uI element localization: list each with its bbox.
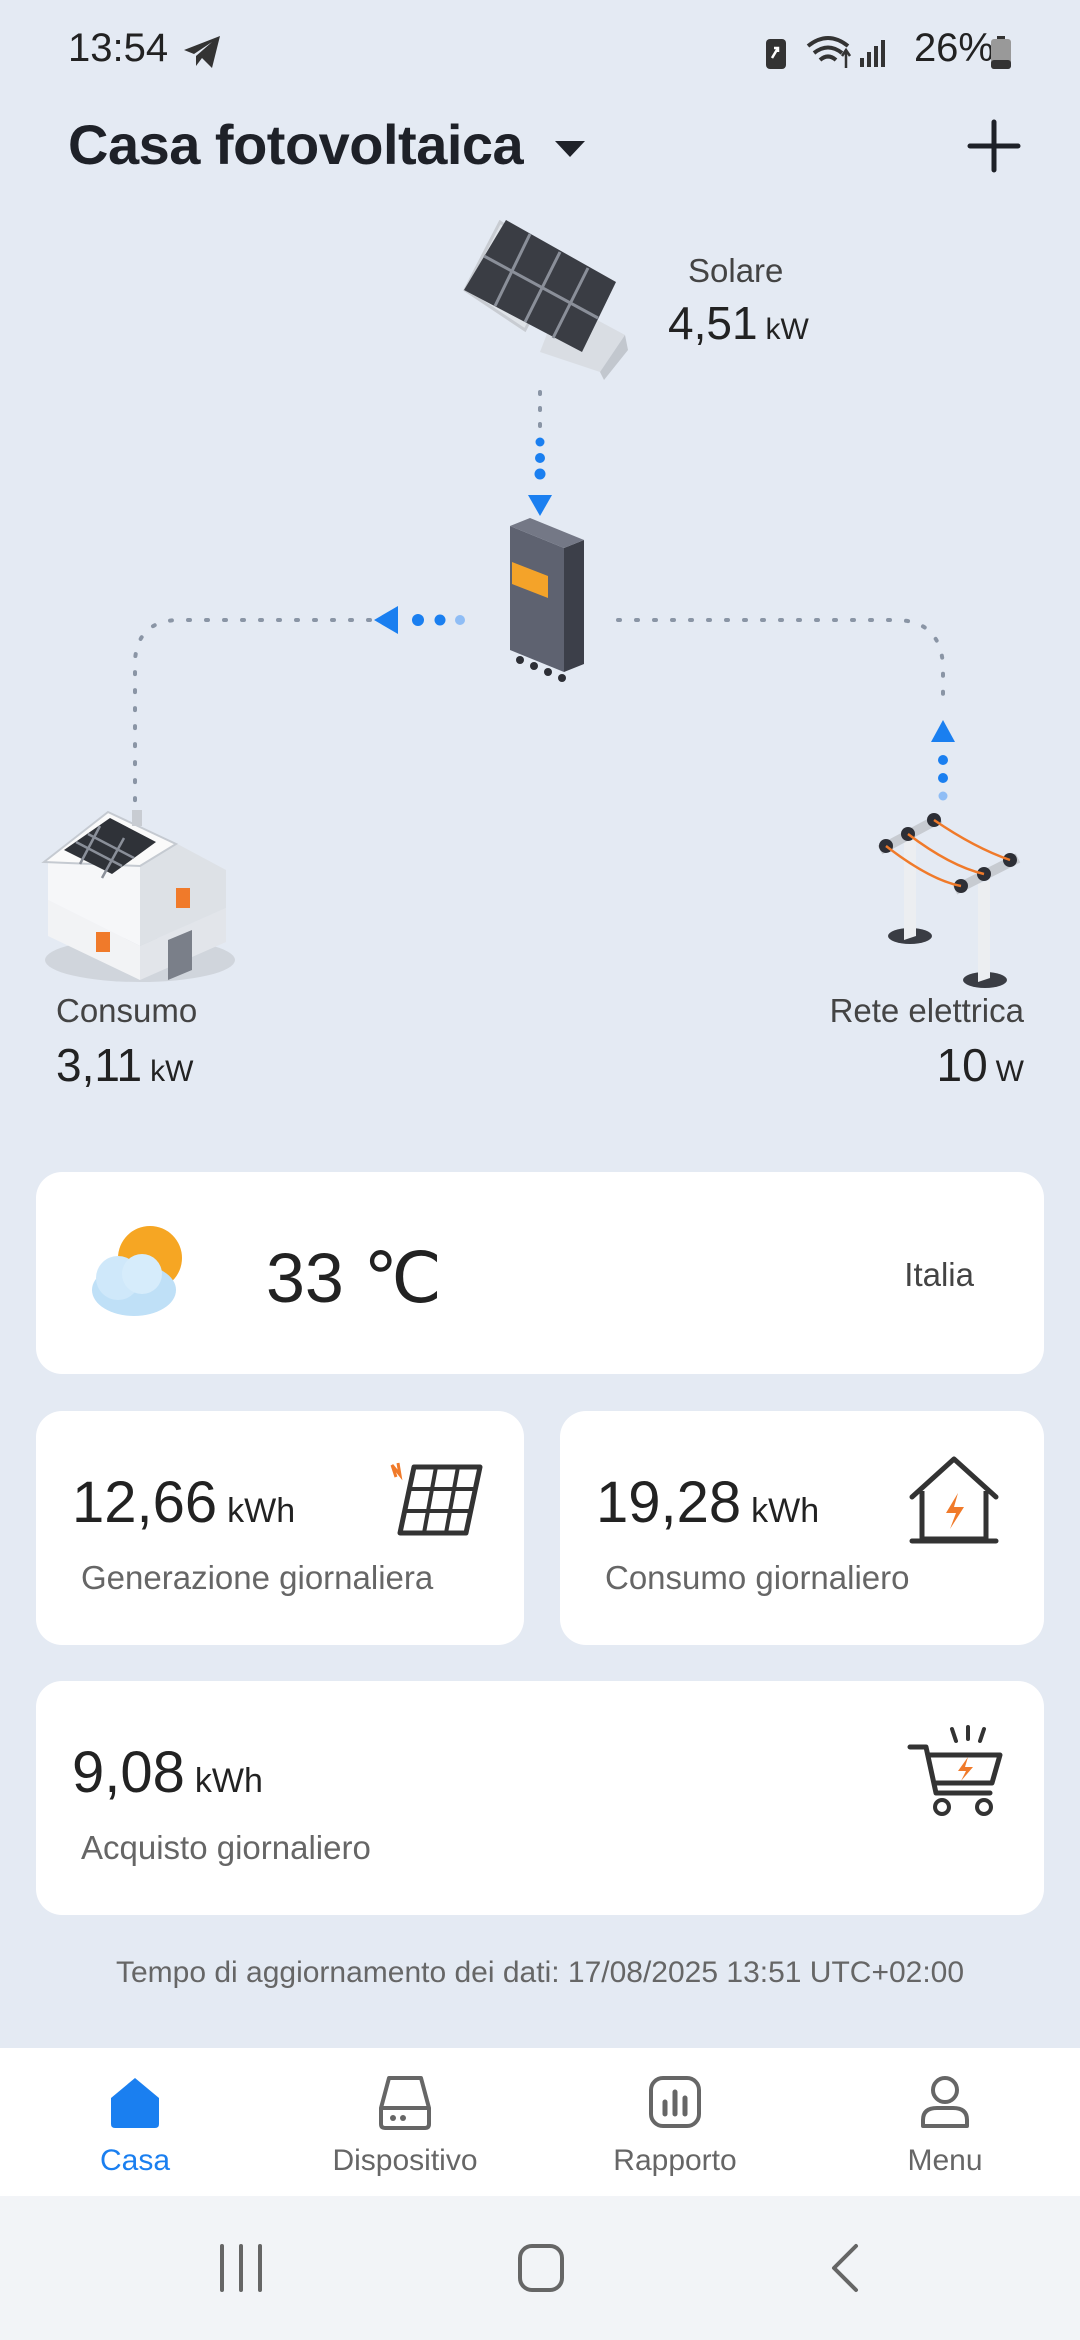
- daily-generation-card[interactable]: 12,66 kWh Generazione giornaliera: [36, 1411, 524, 1645]
- battery-icon: [991, 36, 1011, 69]
- status-bar: 13:54 26%: [0, 0, 1080, 100]
- grid-label: Rete elettrica: [829, 992, 1024, 1029]
- daily-purchase-label: Acquisto giornaliero: [81, 1829, 371, 1866]
- weather-card[interactable]: 33 ℃ Italia: [36, 1172, 1044, 1374]
- device-icon: [379, 2076, 431, 2130]
- nav-label-menu: Menu: [907, 2144, 983, 2177]
- telegram-icon: [184, 36, 220, 68]
- nav-tab-device[interactable]: Dispositivo: [270, 2048, 540, 2196]
- nav-label-report: Rapporto: [613, 2144, 737, 2177]
- report-icon: [649, 2076, 701, 2128]
- flow-line-grid: [616, 618, 955, 801]
- home-icon: [111, 2078, 159, 2128]
- daily-generation: 12,66 kWh: [72, 1469, 295, 1536]
- consumption-power: 3,11 kW: [56, 1038, 193, 1092]
- plus-icon[interactable]: [966, 118, 1022, 174]
- consumption-power-value: 3,11: [56, 1039, 143, 1091]
- user-icon: [921, 2076, 969, 2128]
- caret-down-icon: [555, 141, 586, 158]
- daily-generation-label: Generazione giornaliera: [81, 1559, 434, 1596]
- solar-generation-icon: [390, 1462, 483, 1536]
- solar-label: Solare: [688, 252, 784, 289]
- partly-cloudy-icon: [92, 1226, 182, 1316]
- shopping-cart-icon: [907, 1725, 1003, 1816]
- weather-temperature: 33 ℃: [266, 1239, 442, 1317]
- house-icon: [41, 810, 235, 982]
- flow-line-solar: [528, 390, 552, 516]
- battery-percent: 26%: [913, 26, 994, 70]
- energy-flow-diagram: [41, 219, 1021, 988]
- solar-power-unit: kW: [765, 313, 809, 346]
- power-grid-icon: [877, 813, 1021, 988]
- grid-power: 10 W: [937, 1038, 1025, 1092]
- daily-generation-unit: kWh: [227, 1492, 296, 1530]
- plant-selector[interactable]: Casa fotovoltaica: [68, 112, 588, 177]
- system-navigation-bar: [0, 2196, 1080, 2340]
- nav-tab-report[interactable]: Rapporto: [540, 2048, 810, 2196]
- bottom-nav: Casa Dispositivo Rapporto Menu: [0, 2048, 1080, 2196]
- flow-line-consumption: [133, 606, 465, 817]
- signal-icon: [860, 40, 885, 67]
- consumption-power-unit: kW: [150, 1055, 194, 1088]
- wifi-icon: [806, 36, 852, 68]
- home-button-icon[interactable]: [516, 2242, 566, 2294]
- home-energy-icon: [909, 1456, 999, 1544]
- grid-power-value: 10: [936, 1039, 988, 1091]
- status-time: 13:54: [68, 26, 169, 70]
- daily-consumption-label: Consumo giornaliero: [605, 1559, 910, 1596]
- daily-generation-value: 12,66: [72, 1470, 218, 1535]
- solar-power-value: 4,51: [668, 297, 758, 349]
- inverter-icon: [510, 518, 584, 682]
- daily-purchase-value: 9,08: [72, 1740, 185, 1805]
- daily-purchase-card[interactable]: 9,08 kWh Acquisto giornaliero: [36, 1681, 1044, 1915]
- nav-label-device: Dispositivo: [332, 2144, 478, 2177]
- daily-purchase: 9,08 kWh: [72, 1739, 263, 1806]
- solar-power: 4,51 kW: [668, 296, 809, 350]
- grid-power-unit: W: [995, 1055, 1024, 1088]
- daily-consumption-unit: kWh: [751, 1492, 820, 1530]
- daily-purchase-unit: kWh: [194, 1762, 263, 1800]
- daily-consumption-card[interactable]: 19,28 kWh Consumo giornaliero: [560, 1411, 1044, 1645]
- recent-apps-icon[interactable]: [216, 2242, 266, 2294]
- last-update-text: Tempo di aggiornamento dei dati: 17/08/2…: [115, 1956, 965, 1989]
- solar-panel-icon: [463, 219, 628, 380]
- nav-label-home: Casa: [99, 2144, 171, 2177]
- consumption-label: Consumo: [56, 992, 198, 1029]
- daily-consumption: 19,28 kWh: [596, 1469, 819, 1536]
- back-icon[interactable]: [826, 2242, 866, 2294]
- battery-saver-icon: [766, 39, 786, 69]
- page-title: Casa fotovoltaica: [68, 113, 524, 176]
- nav-tab-home[interactable]: Casa: [0, 2048, 270, 2196]
- weather-location: Italia: [904, 1256, 974, 1293]
- nav-tab-menu[interactable]: Menu: [810, 2048, 1080, 2196]
- daily-consumption-value: 19,28: [596, 1470, 742, 1535]
